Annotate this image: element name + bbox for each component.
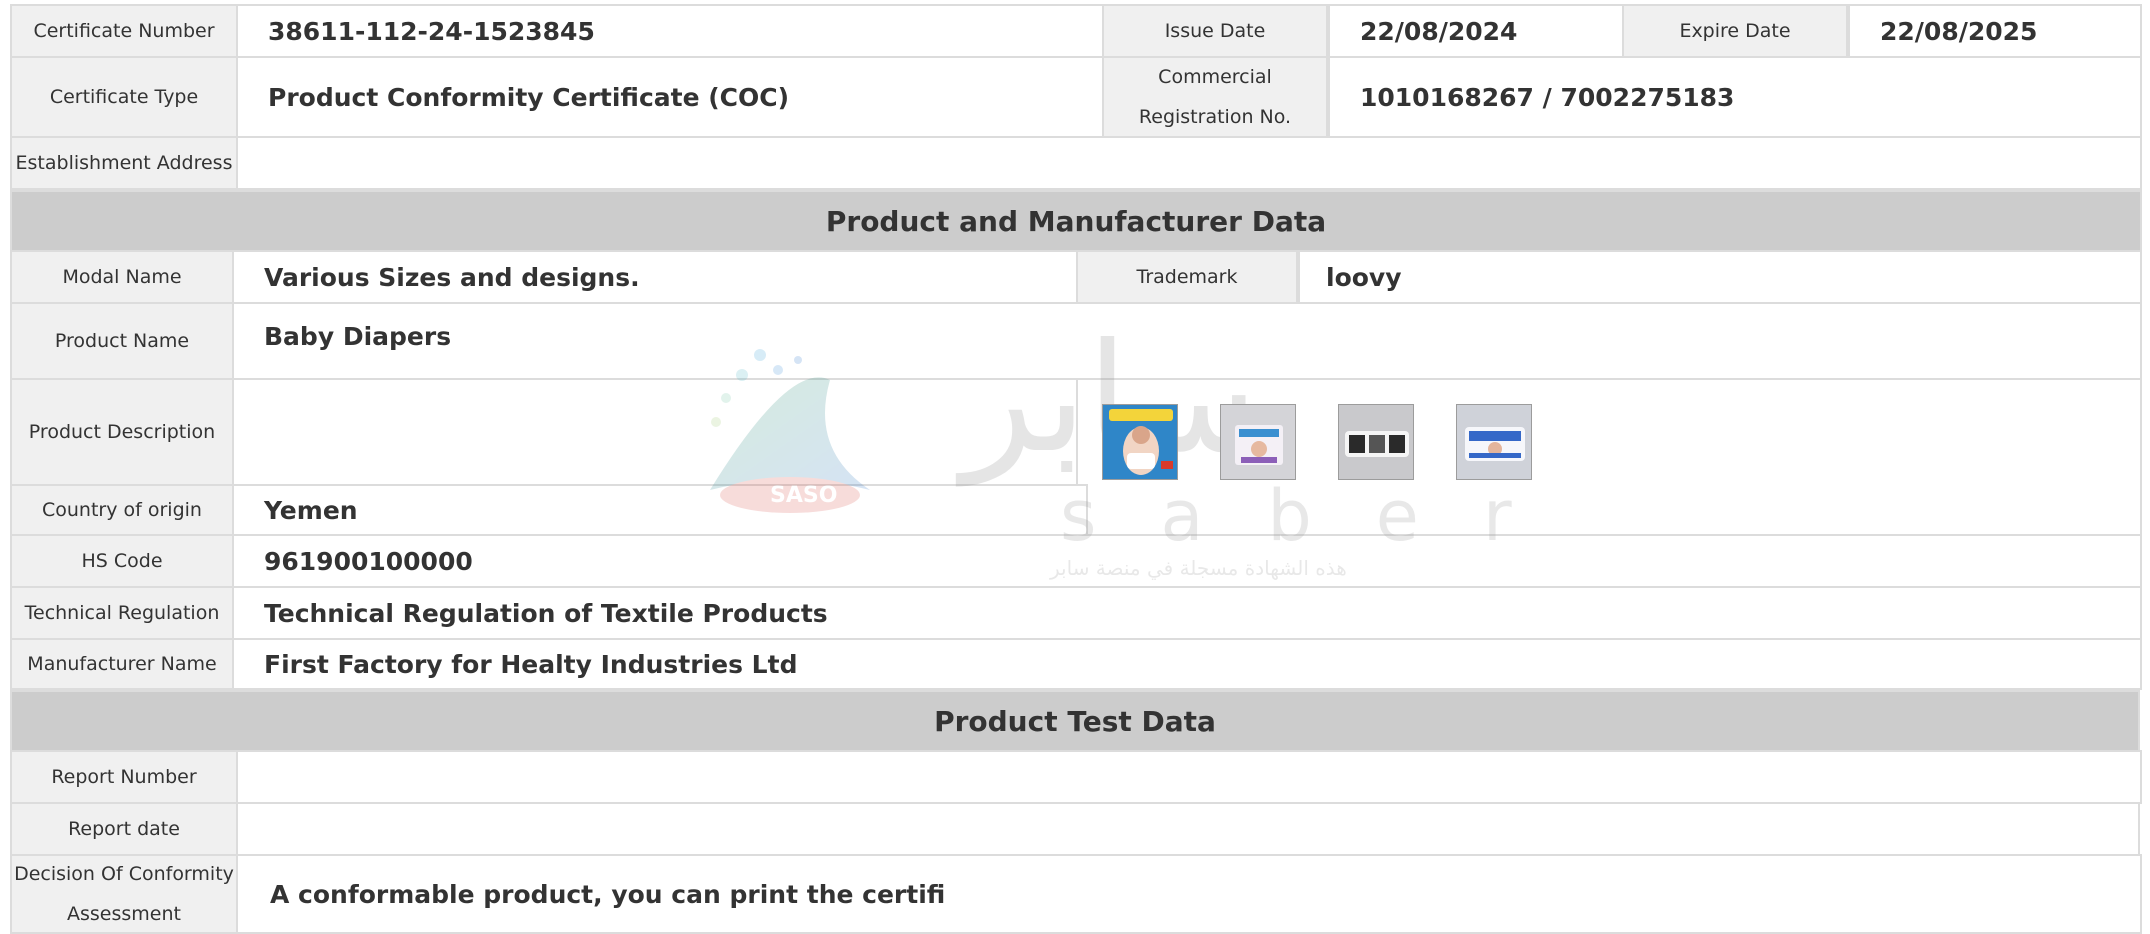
certificate-page: Certificate Number 38611-112-24-1523845 … <box>0 0 2150 934</box>
diaper-pack-image <box>1103 405 1177 479</box>
certificate-number-value: 38611-112-24-1523845 <box>236 4 1114 58</box>
decision-label-line2: Assessment <box>67 903 181 925</box>
report-date-label: Report date <box>10 802 238 856</box>
row-country-of-origin: Country of origin Yemen <box>10 484 2142 536</box>
report-number-label: Report Number <box>10 750 238 804</box>
establishment-address-label: Establishment Address <box>10 136 238 190</box>
decision-label: Decision Of Conformity Assessment <box>10 854 238 934</box>
trademark-label: Trademark <box>1076 250 1298 304</box>
modal-name-value: Various Sizes and designs. <box>232 250 1088 304</box>
manufacturer-value: First Factory for Healty Industries Ltd <box>232 638 2142 690</box>
decision-value: A conformable product, you can print the… <box>236 854 2142 934</box>
product-thumbnails <box>1102 404 1532 482</box>
technical-regulation-value: Technical Regulation of Textile Products <box>232 586 2142 640</box>
diaper-pack-image <box>1457 405 1531 479</box>
country-value: Yemen <box>232 484 1088 536</box>
product-description-value <box>232 378 1088 486</box>
row-product-name: Product Name Baby Diapers <box>10 302 2142 380</box>
product-image-2[interactable] <box>1220 404 1296 480</box>
diaper-pack-image <box>1221 405 1295 479</box>
row-manufacturer-name: Manufacturer Name First Factory for Heal… <box>10 638 2142 690</box>
product-name-value: Baby Diapers <box>232 302 2142 380</box>
commercial-reg-value: 1010168267 / 7002275183 <box>1328 56 2142 138</box>
product-image-3[interactable] <box>1338 404 1414 480</box>
product-image-1[interactable] <box>1102 404 1178 480</box>
technical-regulation-label: Technical Regulation <box>10 586 234 640</box>
row-report-number: Report Number <box>10 750 2142 804</box>
product-description-label: Product Description <box>10 378 234 486</box>
commercial-reg-label: Commercial Registration No. <box>1102 56 1328 138</box>
manufacturer-label: Manufacturer Name <box>10 638 234 690</box>
certificate-number-label: Certificate Number <box>10 4 238 58</box>
expire-date-value: 22/08/2025 <box>1848 4 2142 58</box>
diaper-pack-image <box>1339 405 1413 479</box>
row-certificate-number: Certificate Number 38611-112-24-1523845 … <box>10 4 2142 58</box>
modal-name-label: Modal Name <box>10 250 234 304</box>
row-establishment-address: Establishment Address <box>10 136 2142 190</box>
decision-label-line1: Decision Of Conformity <box>14 863 234 885</box>
row-modal-name: Modal Name Various Sizes and designs. Tr… <box>10 250 2142 304</box>
establishment-address-value <box>236 136 2142 190</box>
product-name-label: Product Name <box>10 302 234 380</box>
row-report-date: Report date <box>10 802 2142 856</box>
product-image-4[interactable] <box>1456 404 1532 480</box>
product-section-title: Product and Manufacturer Data <box>10 190 2142 252</box>
issue-date-value: 22/08/2024 <box>1328 4 1634 58</box>
trademark-value: loovy <box>1298 250 2142 304</box>
certificate-type-value: Product Conformity Certificate (COC) <box>236 56 1114 138</box>
issue-date-label: Issue Date <box>1102 4 1328 58</box>
report-date-value <box>236 802 2140 856</box>
commercial-reg-label-line2: Registration No. <box>1138 106 1292 128</box>
commercial-reg-label-line1: Commercial <box>1158 66 1272 88</box>
row-technical-regulation: Technical Regulation Technical Regulatio… <box>10 586 2142 640</box>
certificate-type-label: Certificate Type <box>10 56 238 138</box>
hs-code-value: 961900100000 <box>232 534 2142 588</box>
row-decision: Decision Of Conformity Assessment A conf… <box>10 854 2142 934</box>
hs-code-label: HS Code <box>10 534 234 588</box>
country-label: Country of origin <box>10 484 234 536</box>
row-hs-code: HS Code 961900100000 <box>10 534 2142 588</box>
report-number-value <box>236 750 2142 804</box>
row-certificate-type: Certificate Type Product Conformity Cert… <box>10 56 2142 138</box>
expire-date-label: Expire Date <box>1622 4 1848 58</box>
test-section-title: Product Test Data <box>10 690 2140 752</box>
